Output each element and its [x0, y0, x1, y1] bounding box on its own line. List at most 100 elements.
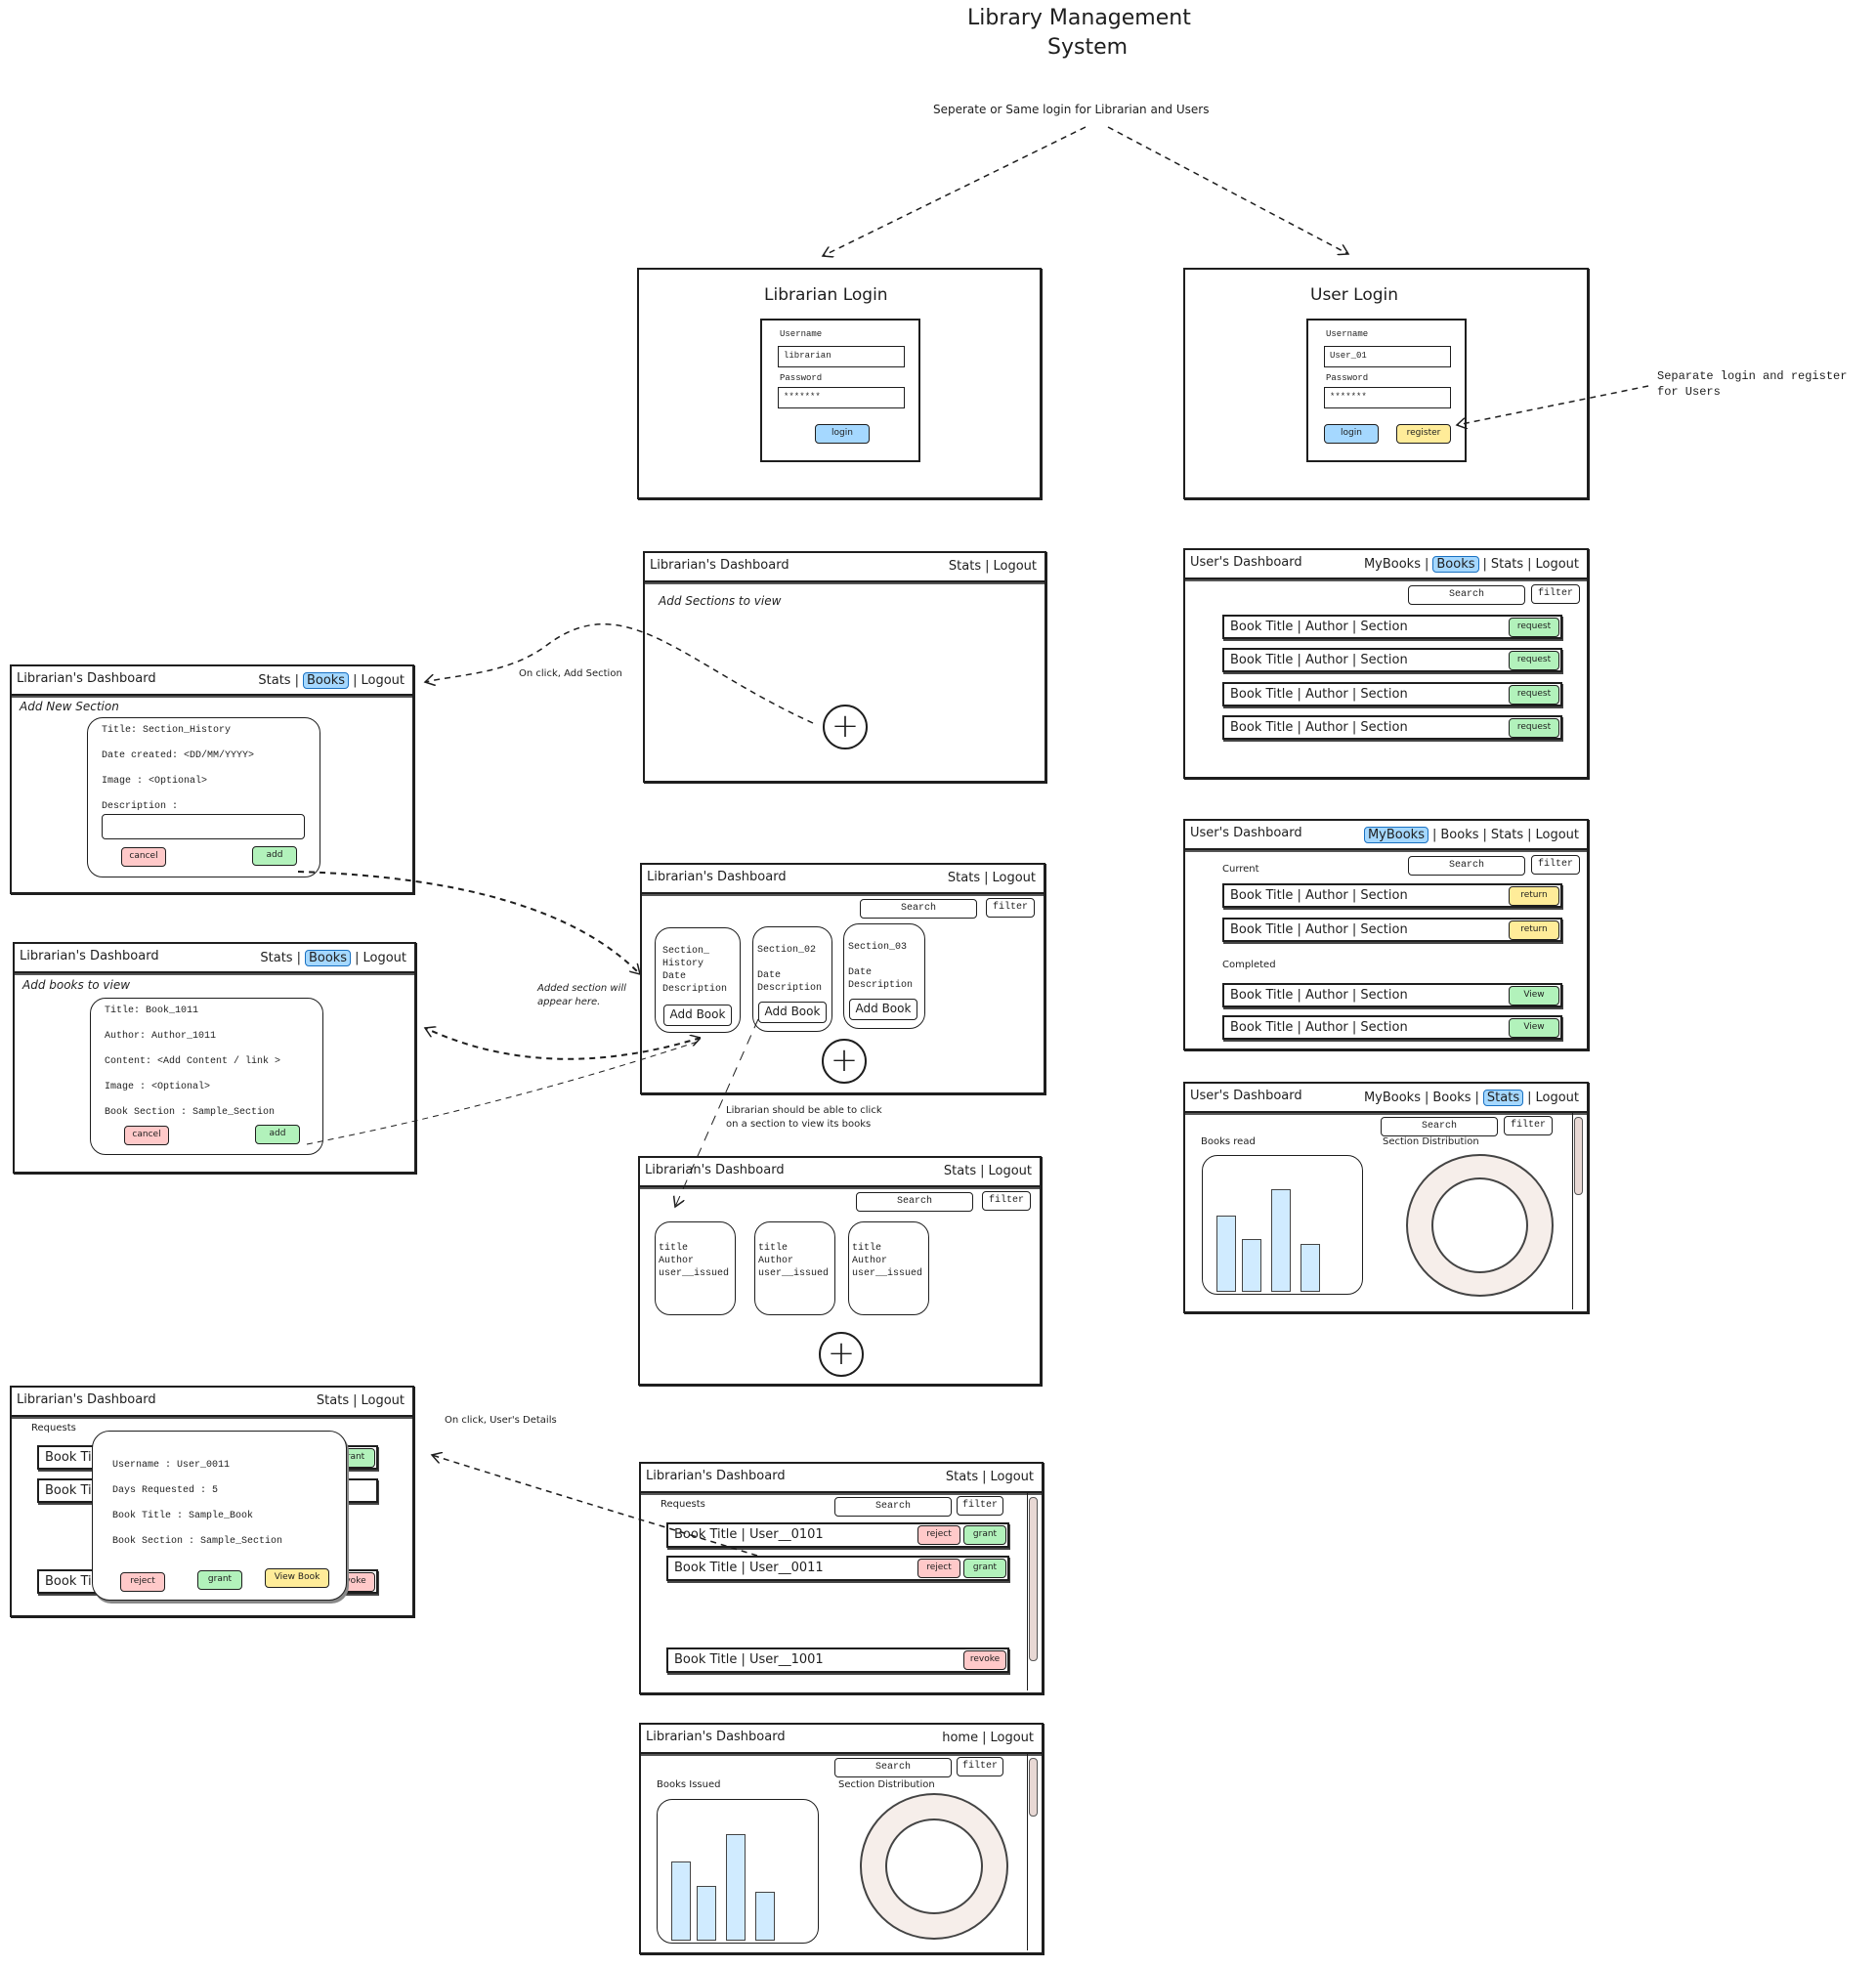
password-input[interactable]: *******: [778, 387, 905, 408]
book-title-field[interactable]: Title: Book_1011: [105, 1005, 198, 1017]
grant-button[interactable]: grant: [197, 1570, 242, 1590]
section-card[interactable]: Section_02 Date Description Add Book: [752, 926, 832, 1032]
nav-stats[interactable]: Stats: [258, 673, 290, 688]
cancel-button[interactable]: cancel: [124, 1126, 169, 1145]
current-book-row[interactable]: Book Title | Author | Section return: [1222, 918, 1562, 942]
section-card[interactable]: Section_ History Date Description Add Book: [655, 927, 741, 1033]
book-row[interactable]: Book Title | Author | Section request: [1222, 648, 1562, 672]
nav-stats[interactable]: Stats: [317, 1393, 349, 1408]
scrollbar[interactable]: [1027, 1493, 1038, 1690]
book-row[interactable]: Book Title | Author | Section request: [1222, 682, 1562, 706]
nav-logout[interactable]: Logout: [990, 1731, 1034, 1745]
login-button[interactable]: login: [1324, 424, 1379, 444]
add-book-button[interactable]: Add Book: [663, 1005, 732, 1026]
search-input[interactable]: Search: [1408, 856, 1525, 876]
nav-stats[interactable]: Stats: [260, 951, 292, 965]
request-button[interactable]: request: [1509, 651, 1559, 670]
add-button[interactable]: add: [252, 846, 297, 866]
nav-stats[interactable]: Stats: [1491, 557, 1523, 572]
nav-stats-active[interactable]: Stats: [1482, 1090, 1524, 1106]
image-field[interactable]: Image : <Optional>: [102, 775, 207, 788]
image-field[interactable]: Image : <Optional>: [105, 1081, 210, 1093]
scrollbar[interactable]: [1027, 1754, 1038, 1950]
nav-stats[interactable]: Stats: [944, 1164, 976, 1178]
search-input[interactable]: Search: [1408, 585, 1525, 605]
return-button[interactable]: return: [1509, 920, 1559, 940]
scrollbar-thumb[interactable]: [1029, 1758, 1038, 1817]
request-row[interactable]: Book Title | User__0011 reject grant: [666, 1556, 1009, 1581]
nav-mybooks[interactable]: MyBooks: [1364, 1091, 1421, 1105]
completed-book-row[interactable]: Book Title | Author | Section View: [1222, 983, 1562, 1007]
filter-button[interactable]: filter: [986, 898, 1035, 918]
nav-home[interactable]: home: [942, 1731, 978, 1745]
cancel-button[interactable]: cancel: [121, 847, 166, 867]
nav-logout[interactable]: Logout: [988, 1164, 1032, 1178]
search-input[interactable]: Search: [860, 899, 977, 919]
nav-books-active[interactable]: Books: [302, 672, 350, 689]
add-book-button[interactable]: Add Book: [758, 1002, 827, 1023]
view-book-button[interactable]: View Book: [265, 1568, 329, 1588]
login-button[interactable]: login: [815, 424, 870, 444]
book-row[interactable]: Book Title | Author | Section request: [1222, 715, 1562, 740]
content-field[interactable]: Content: <Add Content / link >: [105, 1055, 280, 1068]
filter-button[interactable]: filter: [982, 1191, 1031, 1211]
view-button[interactable]: View: [1509, 1018, 1559, 1038]
add-book-button[interactable]: Add Book: [849, 999, 917, 1020]
add-book-button[interactable]: +: [819, 1332, 864, 1377]
nav-logout[interactable]: Logout: [1535, 1091, 1579, 1105]
issued-row[interactable]: Book Title | User__1001 revoke: [666, 1647, 1009, 1673]
nav-stats[interactable]: Stats: [949, 559, 981, 574]
book-card[interactable]: title Author user__issued: [655, 1221, 736, 1315]
revoke-button[interactable]: revoke: [963, 1650, 1006, 1670]
description-textarea[interactable]: [102, 814, 305, 839]
nav-books-active[interactable]: Books: [304, 950, 352, 966]
scrollbar[interactable]: [1572, 1113, 1583, 1309]
request-button[interactable]: request: [1509, 685, 1559, 705]
request-button[interactable]: request: [1509, 618, 1559, 637]
search-input[interactable]: Search: [834, 1758, 952, 1777]
current-book-row[interactable]: Book Title | Author | Section return: [1222, 883, 1562, 908]
view-button[interactable]: View: [1509, 986, 1559, 1005]
nav-logout[interactable]: Logout: [362, 951, 406, 965]
nav-logout[interactable]: Logout: [1535, 557, 1579, 572]
scrollbar-thumb[interactable]: [1029, 1497, 1038, 1661]
reject-button[interactable]: reject: [917, 1525, 960, 1545]
register-button[interactable]: register: [1396, 424, 1451, 444]
nav-logout[interactable]: Logout: [361, 1393, 405, 1408]
nav-books[interactable]: Books: [1440, 828, 1478, 842]
search-input[interactable]: Search: [856, 1192, 973, 1212]
add-button[interactable]: add: [255, 1125, 300, 1144]
nav-stats[interactable]: Stats: [1491, 828, 1523, 842]
search-input[interactable]: Search: [834, 1497, 952, 1517]
nav-stats[interactable]: Stats: [946, 1470, 978, 1484]
grant-button[interactable]: grant: [963, 1525, 1006, 1545]
request-row[interactable]: Book Title | User__0101 reject grant: [666, 1522, 1009, 1548]
section-title-field[interactable]: Title: Section_History: [102, 724, 231, 737]
filter-button[interactable]: filter: [957, 1496, 1003, 1516]
nav-books[interactable]: Books: [1432, 1091, 1471, 1105]
request-button[interactable]: request: [1509, 718, 1559, 738]
add-section-button[interactable]: +: [823, 705, 868, 749]
author-field[interactable]: Author: Author_1011: [105, 1030, 216, 1043]
nav-mybooks[interactable]: MyBooks: [1364, 557, 1421, 572]
nav-logout[interactable]: Logout: [990, 1470, 1034, 1484]
scrollbar-thumb[interactable]: [1574, 1117, 1583, 1195]
nav-logout[interactable]: Logout: [361, 673, 405, 688]
grant-button[interactable]: grant: [963, 1559, 1006, 1578]
username-input[interactable]: User_01: [1324, 346, 1451, 367]
nav-stats[interactable]: Stats: [948, 871, 980, 885]
search-input[interactable]: Search: [1381, 1117, 1498, 1136]
filter-button[interactable]: filter: [1531, 584, 1580, 604]
add-section-button[interactable]: +: [822, 1039, 867, 1084]
filter-button[interactable]: filter: [1504, 1116, 1553, 1135]
book-card[interactable]: title Author user__issued: [754, 1221, 835, 1315]
nav-logout[interactable]: Logout: [993, 559, 1037, 574]
reject-button[interactable]: reject: [120, 1572, 165, 1592]
nav-logout[interactable]: Logout: [1535, 828, 1579, 842]
book-section-field[interactable]: Book Section : Sample_Section: [105, 1106, 275, 1119]
book-row[interactable]: Book Title | Author | Section request: [1222, 615, 1562, 639]
section-card[interactable]: Section_03 Date Description Add Book: [843, 923, 925, 1029]
filter-button[interactable]: filter: [1531, 855, 1580, 875]
reject-button[interactable]: reject: [917, 1559, 960, 1578]
filter-button[interactable]: filter: [957, 1757, 1003, 1776]
